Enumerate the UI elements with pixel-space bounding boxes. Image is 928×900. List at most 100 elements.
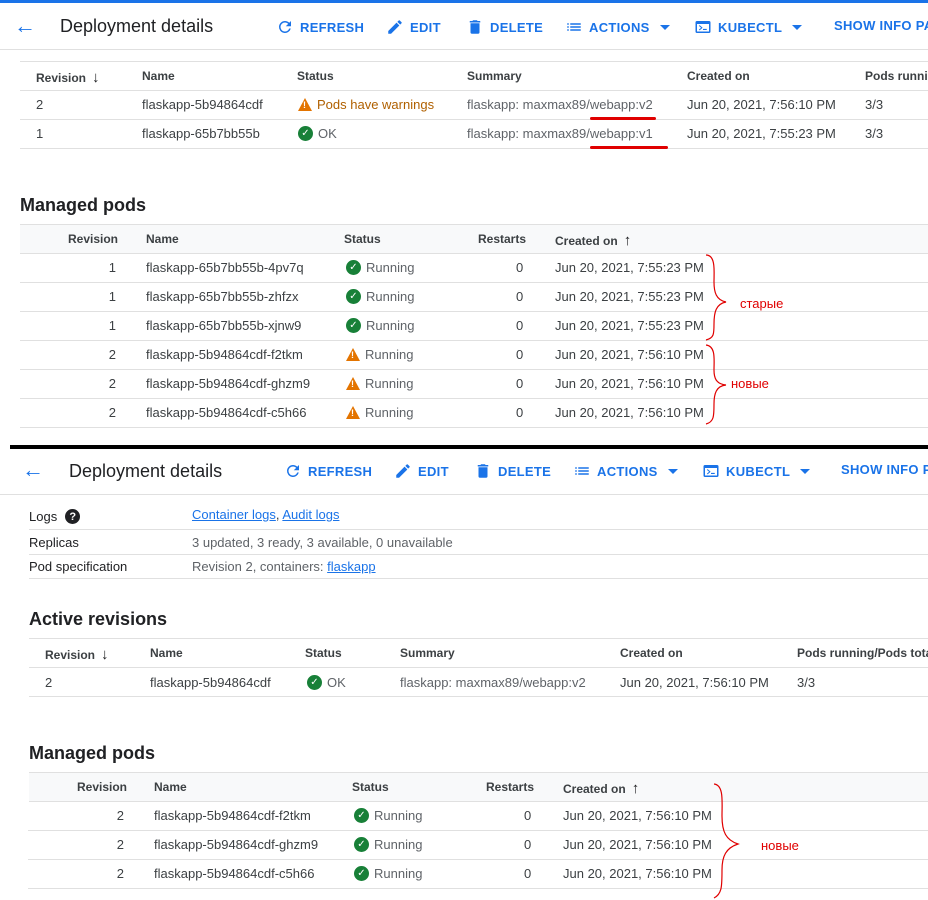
- divider: [20, 90, 928, 91]
- pod-status-cell: ✓ Running: [354, 866, 422, 881]
- pod-created-cell: Jun 20, 2021, 7:55:23 PM: [555, 260, 704, 275]
- kubectl-menu-button[interactable]: KUBECTL: [694, 18, 803, 36]
- terminal-icon: [703, 465, 719, 477]
- pod-name-link[interactable]: flaskapp-65b7bb55b-4pv7q: [146, 260, 304, 275]
- section-title-active-revisions: Active revisions: [29, 609, 168, 629]
- col-header-name[interactable]: Name: [142, 69, 175, 83]
- pod-revision-cell: 1: [108, 260, 116, 275]
- col-header-revision[interactable]: Revision ↓: [45, 646, 109, 663]
- top-toolbar: ← Deployment details REFRESH EDIT DELETE…: [0, 0, 928, 50]
- check-circle-icon: ✓: [354, 808, 369, 823]
- container-link[interactable]: flaskapp: [327, 559, 375, 574]
- col-header-pods[interactable]: Pods running/Pods tota: [797, 646, 928, 660]
- col-header-revision[interactable]: Revision ↓: [36, 69, 100, 86]
- show-info-panel-button[interactable]: SHOW INFO P: [841, 462, 928, 477]
- col-header-name[interactable]: Name: [146, 232, 179, 246]
- col-header-revision[interactable]: Revision: [77, 780, 127, 794]
- pod-revision-cell: 1: [108, 318, 116, 333]
- pod-status-cell: ✓ Running: [354, 808, 422, 823]
- edit-button[interactable]: EDIT: [394, 462, 449, 480]
- refresh-button[interactable]: REFRESH: [284, 462, 372, 480]
- revision-name-link[interactable]: flaskapp-5b94864cdf: [150, 675, 271, 690]
- show-info-panel-button[interactable]: SHOW INFO PA: [834, 18, 928, 33]
- refresh-icon: [278, 20, 291, 33]
- col-header-name[interactable]: Name: [150, 646, 183, 660]
- pod-name-link[interactable]: flaskapp-5b94864cdf-c5h66: [154, 866, 314, 881]
- pod-name-link[interactable]: flaskapp-65b7bb55b-zhfzx: [146, 289, 299, 304]
- divider: [28, 859, 928, 860]
- col-header-revision[interactable]: Revision: [68, 232, 118, 246]
- section-title-managed-pods: Managed pods: [20, 195, 147, 215]
- list-icon: [567, 23, 581, 31]
- summary-cell: flaskapp: maxmax89/webapp:v2: [467, 97, 653, 112]
- screenshot-divider: [10, 445, 928, 449]
- pods-cell: 3/3: [865, 97, 884, 112]
- arrow-down-icon: ↓: [92, 69, 100, 86]
- page-title: Deployment details: [69, 461, 223, 481]
- col-header-restarts[interactable]: Restarts: [486, 780, 534, 794]
- audit-logs-link[interactable]: Audit logs: [282, 507, 339, 522]
- edit-label: EDIT: [410, 19, 441, 35]
- revision-cell: 1: [36, 126, 44, 141]
- col-header-created[interactable]: Created on ↑: [555, 232, 631, 249]
- edit-label: EDIT: [418, 463, 449, 479]
- container-logs-link[interactable]: Container logs: [192, 507, 276, 522]
- pod-name-link[interactable]: flaskapp-5b94864cdf-f2tkm: [146, 347, 303, 362]
- back-arrow-icon[interactable]: ←: [22, 459, 44, 481]
- col-header-status[interactable]: Status: [305, 646, 342, 660]
- revision-name-link[interactable]: flaskapp-65b7bb55b: [142, 126, 260, 141]
- refresh-button[interactable]: REFRESH: [276, 18, 364, 36]
- check-circle-icon: ✓: [298, 126, 313, 141]
- logs-links: Container logs, Audit logs: [192, 507, 340, 522]
- pods-cell: 3/3: [797, 675, 816, 690]
- col-header-status[interactable]: Status: [344, 232, 381, 246]
- actions-menu-button[interactable]: ACTIONS: [565, 18, 670, 36]
- created-cell: Jun 20, 2021, 7:56:10 PM: [687, 97, 836, 112]
- pod-name-link[interactable]: flaskapp-5b94864cdf-c5h66: [146, 405, 306, 420]
- divider: [20, 61, 928, 62]
- divider: [29, 554, 928, 555]
- divider: [20, 340, 928, 341]
- back-arrow-icon[interactable]: ←: [14, 15, 36, 37]
- pod-status-cell: Running: [346, 405, 413, 420]
- delete-button[interactable]: DELETE: [474, 462, 551, 480]
- divider: [29, 578, 928, 579]
- col-header-summary[interactable]: Summary: [467, 69, 522, 83]
- pod-name-link[interactable]: flaskapp-65b7bb55b-xjnw9: [146, 318, 301, 333]
- trash-icon: [477, 464, 489, 478]
- warning-icon: [298, 98, 312, 111]
- col-header-status[interactable]: Status: [297, 69, 334, 83]
- col-header-name[interactable]: Name: [154, 780, 187, 794]
- summary-cell: flaskapp: maxmax89/webapp:v1: [467, 126, 653, 141]
- divider: [20, 427, 928, 428]
- pod-name-link[interactable]: flaskapp-5b94864cdf-ghzm9: [154, 837, 318, 852]
- divider: [20, 148, 928, 149]
- col-header-created[interactable]: Created on: [620, 646, 683, 660]
- actions-label: ACTIONS: [597, 463, 658, 479]
- pod-revision-cell: 2: [108, 376, 116, 391]
- col-header-status[interactable]: Status: [352, 780, 389, 794]
- refresh-icon: [286, 465, 299, 477]
- help-icon[interactable]: ?: [65, 509, 81, 524]
- pod-name-link[interactable]: flaskapp-5b94864cdf-f2tkm: [154, 808, 311, 823]
- pod-name-link[interactable]: flaskapp-5b94864cdf-ghzm9: [146, 376, 310, 391]
- col-header-summary[interactable]: Summary: [400, 646, 455, 660]
- col-header-created[interactable]: Created on: [687, 69, 750, 83]
- delete-button[interactable]: DELETE: [466, 18, 543, 36]
- edit-button[interactable]: EDIT: [386, 18, 441, 36]
- col-header-pods[interactable]: Pods runnin: [865, 69, 928, 83]
- warning-icon: [346, 406, 360, 419]
- revision-cell: 2: [36, 97, 44, 112]
- col-header-created[interactable]: Created on ↑: [563, 780, 639, 797]
- red-underline-annotation: [590, 117, 656, 120]
- divider: [29, 638, 928, 639]
- kubectl-label: KUBECTL: [726, 463, 791, 479]
- pod-status-cell: ✓ Running: [346, 289, 414, 304]
- divider: [20, 253, 928, 254]
- kubectl-menu-button[interactable]: KUBECTL: [702, 462, 811, 480]
- col-header-restarts[interactable]: Restarts: [478, 232, 526, 246]
- revision-name-link[interactable]: flaskapp-5b94864cdf: [142, 97, 263, 112]
- actions-menu-button[interactable]: ACTIONS: [573, 462, 678, 480]
- check-circle-icon: ✓: [307, 675, 322, 690]
- replicas-value: 3 updated, 3 ready, 3 available, 0 unava…: [192, 535, 453, 550]
